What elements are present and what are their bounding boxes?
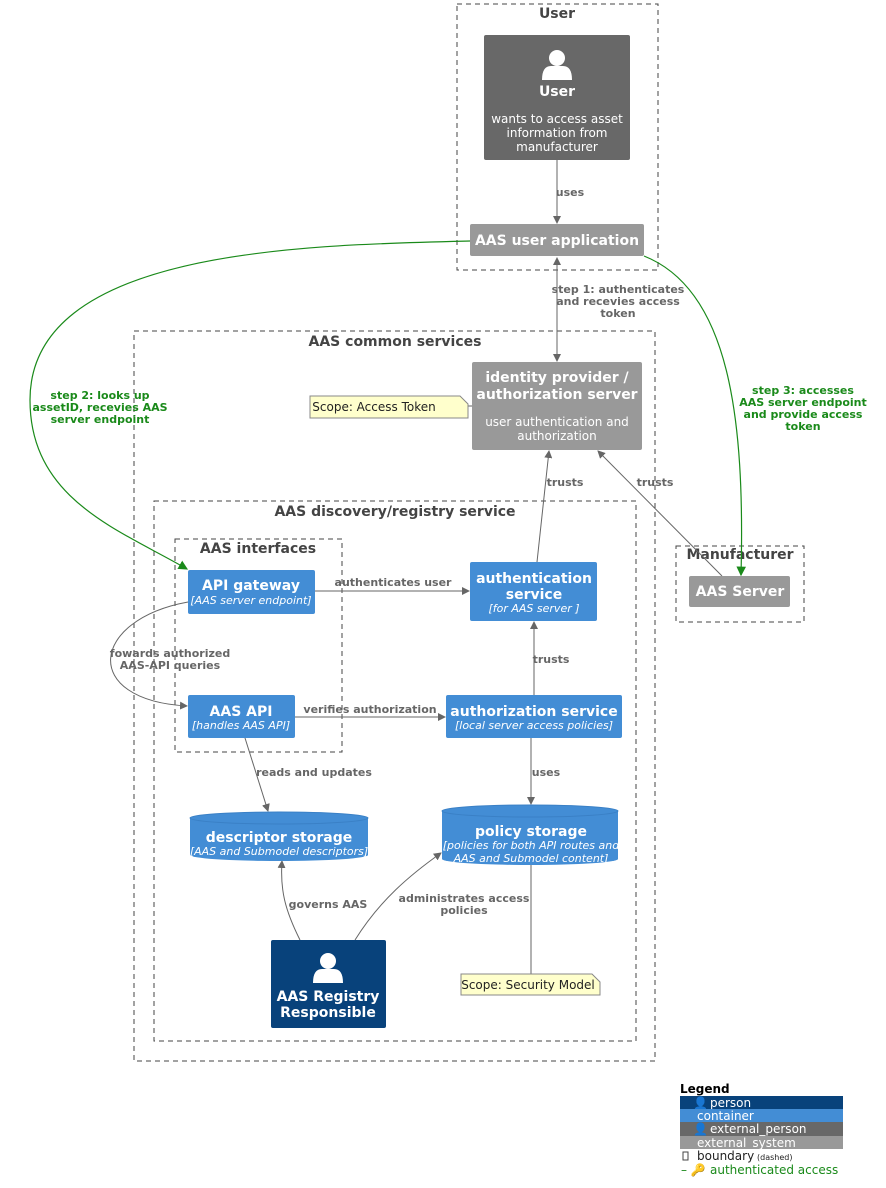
- architecture-diagram: User AAS common services AAS discovery/r…: [29, 3, 867, 1177]
- svg-text:authorization: authorization: [517, 429, 597, 443]
- svg-text:Legend: Legend: [680, 1082, 730, 1096]
- svg-text:AAS API: AAS API: [210, 704, 273, 720]
- legend: Legend person👤 container external_person…: [680, 1082, 843, 1177]
- note-access-token: Scope: Access Token: [309, 395, 469, 419]
- svg-text:policies: policies: [440, 904, 488, 917]
- svg-text:AAS discovery/registry service: AAS discovery/registry service: [274, 504, 515, 520]
- node-authentication-service[interactable]: authenticationservice[for AAS server ]: [470, 562, 597, 621]
- svg-text:[for AAS server ]: [for AAS server ]: [488, 602, 579, 615]
- node-descriptor-storage[interactable]: descriptor storage[AAS and Submodel desc…: [189, 811, 369, 861]
- svg-text:[AAS server endpoint]: [AAS server endpoint]: [190, 594, 311, 607]
- svg-text:API gateway: API gateway: [202, 578, 300, 594]
- node-api-gateway[interactable]: API gateway[AAS server endpoint]: [188, 570, 315, 614]
- svg-text:AAS Server: AAS Server: [696, 584, 785, 600]
- svg-text:descriptor storage: descriptor storage: [206, 830, 352, 846]
- node-aas-user-application[interactable]: AAS user application: [470, 224, 644, 256]
- svg-text:trusts: trusts: [547, 476, 584, 489]
- svg-text:uses: uses: [532, 766, 561, 779]
- svg-text:reads and updates: reads and updates: [256, 766, 372, 779]
- boundary-icon: [682, 1151, 689, 1161]
- svg-text:wants to access asset: wants to access asset: [491, 112, 623, 126]
- node-authorization-service[interactable]: authorization service[local server acces…: [446, 695, 622, 738]
- svg-text:(dashed): (dashed): [757, 1153, 792, 1162]
- svg-text:token: token: [600, 307, 635, 320]
- svg-text:authorization server: authorization server: [476, 387, 637, 403]
- svg-text:manufacturer: manufacturer: [516, 140, 598, 154]
- svg-text:external_person: external_person: [710, 1122, 807, 1136]
- key-icon: – 🔑: [681, 1162, 706, 1177]
- node-user[interactable]: User wants to access assetinformation fro…: [484, 35, 630, 160]
- svg-text:authentication: authentication: [476, 571, 592, 587]
- node-aas-api[interactable]: AAS API[handles AAS API]: [188, 695, 295, 738]
- svg-text:AAS-API queries: AAS-API queries: [120, 659, 221, 672]
- svg-text:User: User: [539, 6, 575, 22]
- svg-text:boundary: boundary: [697, 1149, 754, 1163]
- svg-text:[handles AAS API]: [handles AAS API]: [192, 719, 290, 732]
- svg-text:trusts: trusts: [637, 476, 674, 489]
- svg-text:[policies for both API routes: [policies for both API routes and: [443, 839, 620, 852]
- svg-text:AAS and Submodel content]: AAS and Submodel content]: [453, 852, 609, 865]
- svg-text:AAS Registry: AAS Registry: [277, 989, 380, 1005]
- node-identity-provider[interactable]: identity provider /authorization server u…: [472, 362, 642, 450]
- svg-text:trusts: trusts: [533, 653, 570, 666]
- svg-text:external_system: external_system: [697, 1136, 796, 1150]
- node-policy-storage[interactable]: policy storage[policies for both API rou…: [441, 804, 620, 865]
- svg-text:[AAS and Submodel descriptors]: [AAS and Submodel descriptors]: [190, 845, 368, 858]
- svg-text:authenticated access: authenticated access: [710, 1163, 838, 1177]
- svg-text:information from: information from: [507, 126, 608, 140]
- svg-text:policy storage: policy storage: [475, 824, 587, 840]
- svg-text:authorization service: authorization service: [450, 704, 617, 720]
- svg-text:AAS interfaces: AAS interfaces: [200, 541, 316, 557]
- node-aas-server[interactable]: AAS Server: [689, 576, 790, 607]
- svg-text:authenticates user: authenticates user: [335, 576, 453, 589]
- svg-text:server endpoint: server endpoint: [51, 413, 150, 426]
- svg-text:User: User: [539, 84, 575, 100]
- svg-text:service: service: [506, 587, 562, 603]
- svg-text:Scope: Security Model: Scope: Security Model: [461, 978, 595, 992]
- svg-text:AAS user application: AAS user application: [475, 233, 639, 249]
- svg-text:container: container: [697, 1109, 754, 1123]
- svg-text:governs AAS: governs AAS: [289, 898, 368, 911]
- svg-text:Responsible: Responsible: [280, 1005, 376, 1021]
- svg-text:[local server access policies: [local server access policies]: [455, 719, 613, 732]
- svg-text:Manufacturer: Manufacturer: [686, 547, 793, 563]
- note-security-model: Scope: Security Model: [460, 973, 601, 996]
- svg-text:Scope: Access Token: Scope: Access Token: [312, 400, 435, 414]
- person-icon: 👤: [693, 1122, 708, 1136]
- person-icon: 👤: [693, 1096, 708, 1110]
- node-registry-responsible[interactable]: AAS RegistryResponsible: [271, 940, 386, 1028]
- svg-text:AAS common services: AAS common services: [309, 334, 482, 350]
- svg-text:person: person: [710, 1096, 751, 1110]
- svg-text:verifies authorization: verifies authorization: [303, 703, 436, 716]
- svg-text:identity provider /: identity provider /: [485, 370, 629, 386]
- svg-text:token: token: [785, 420, 820, 433]
- svg-text:user authentication and: user authentication and: [485, 415, 629, 429]
- svg-text:uses: uses: [556, 186, 585, 199]
